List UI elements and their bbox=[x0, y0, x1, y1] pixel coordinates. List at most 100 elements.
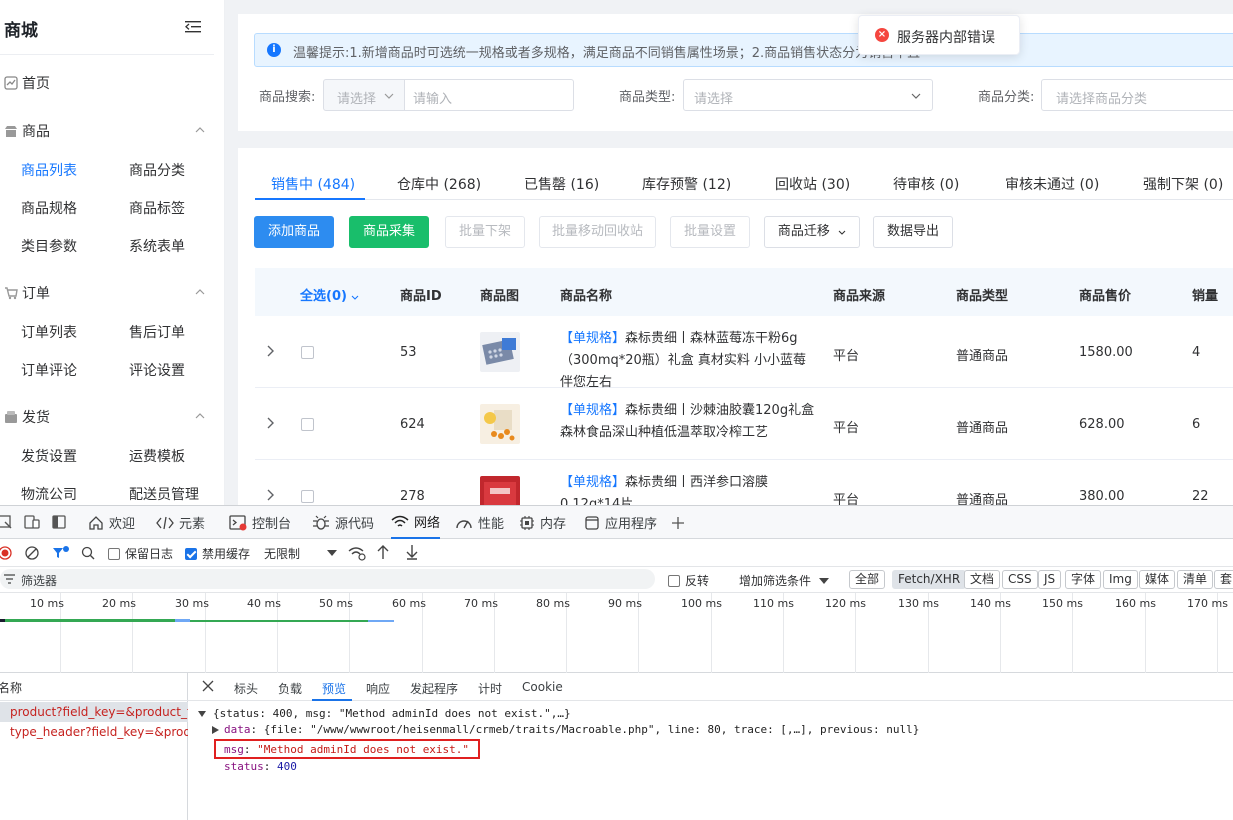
product-type-select[interactable]: 请选择 bbox=[683, 79, 933, 111]
filter-toggle-icon[interactable] bbox=[52, 545, 70, 561]
triangle-down-icon[interactable] bbox=[198, 710, 206, 718]
nav-item-courier[interactable]: 配送员管理 bbox=[129, 484, 199, 504]
tab-sold-out[interactable]: 已售罄 (16) bbox=[524, 174, 599, 194]
tab-recycle-bin[interactable]: 回收站 (30) bbox=[775, 174, 850, 194]
more-filters-dropdown[interactable]: 增加筛选条件 bbox=[739, 572, 830, 589]
export-button[interactable]: 数据导出 bbox=[873, 216, 953, 248]
devtools-tab-elements[interactable]: 元素 bbox=[156, 506, 205, 539]
category-select[interactable]: 请选择商品分类 bbox=[1041, 79, 1233, 111]
detail-tab-initiator[interactable]: 发起程序 bbox=[410, 680, 458, 697]
preserve-log-checkbox[interactable]: 保留日志 bbox=[108, 545, 173, 562]
filter-chip-doc[interactable]: 文档 bbox=[964, 570, 1001, 589]
nav-item-product-tag[interactable]: 商品标签 bbox=[129, 198, 185, 218]
nav-item-product-spec[interactable]: 商品规格 bbox=[21, 198, 77, 218]
download-icon[interactable] bbox=[406, 544, 418, 560]
network-timeline[interactable]: 10 ms 20 ms 30 ms 40 ms 50 ms 60 ms 70 ms 80 ms… bbox=[0, 593, 1233, 673]
detail-tab-payload[interactable]: 负载 bbox=[278, 680, 302, 697]
chevron-right-icon[interactable] bbox=[267, 345, 275, 357]
upload-icon[interactable] bbox=[377, 544, 389, 560]
row-checkbox[interactable] bbox=[301, 418, 314, 431]
caret-down-icon[interactable] bbox=[327, 550, 337, 556]
product-migrate-dropdown[interactable]: 商品迁移 bbox=[764, 216, 860, 248]
nav-item-logistics[interactable]: 物流公司 bbox=[21, 484, 77, 504]
nav-item-product-category[interactable]: 商品分类 bbox=[129, 160, 185, 180]
tab-stock-alert[interactable]: 库存预警 (12) bbox=[642, 174, 731, 194]
network-conditions-icon[interactable] bbox=[347, 545, 367, 561]
nav-item-order-list[interactable]: 订单列表 bbox=[21, 322, 77, 342]
nav-group-product[interactable]: 商品 bbox=[4, 121, 50, 141]
filter-chip-css[interactable]: CSS bbox=[1002, 570, 1038, 589]
dock-icon[interactable] bbox=[52, 515, 66, 529]
invert-checkbox[interactable]: 反转 bbox=[668, 572, 709, 589]
devtools-tab-performance[interactable]: 性能 bbox=[455, 506, 504, 539]
filter-chip-fetch-xhr[interactable]: Fetch/XHR bbox=[892, 570, 967, 589]
filter-input[interactable]: 筛选器 bbox=[0, 569, 655, 589]
devtools-tab-welcome[interactable]: 欢迎 bbox=[88, 506, 135, 539]
devtools-tab-memory[interactable]: 内存 bbox=[519, 506, 566, 539]
name-column-header[interactable]: 名称 bbox=[0, 673, 188, 701]
filter-chip-manifest[interactable]: 清单 bbox=[1177, 570, 1214, 589]
filter-chip-img[interactable]: Img bbox=[1103, 570, 1138, 589]
batch-settings-button[interactable]: 批量设置 bbox=[670, 216, 750, 248]
filter-chip-socket[interactable]: 套 bbox=[1214, 570, 1233, 589]
nav-item-delivery-settings[interactable]: 发货设置 bbox=[21, 446, 77, 466]
nav-item-product-list[interactable]: 商品列表 bbox=[21, 160, 77, 180]
disable-cache-checkbox[interactable]: 禁用缓存 bbox=[185, 545, 250, 562]
nav-item-review-settings[interactable]: 评论设置 bbox=[129, 360, 185, 380]
product-thumbnail[interactable] bbox=[480, 476, 520, 505]
search-input[interactable]: 请输入 bbox=[404, 79, 574, 111]
chevron-up-icon[interactable] bbox=[195, 127, 205, 133]
add-product-button[interactable]: 添加商品 bbox=[254, 216, 334, 248]
row-checkbox[interactable] bbox=[301, 346, 314, 359]
clear-icon[interactable] bbox=[25, 546, 39, 560]
tab-warehouse[interactable]: 仓库中 (268) bbox=[397, 174, 481, 194]
collect-product-button[interactable]: 商品采集 bbox=[349, 216, 429, 248]
record-icon[interactable] bbox=[0, 546, 12, 560]
nav-item-category-params[interactable]: 类目参数 bbox=[21, 236, 77, 256]
filter-chip-all[interactable]: 全部 bbox=[849, 570, 886, 589]
detail-tab-timing[interactable]: 计时 bbox=[478, 680, 502, 697]
batch-off-shelf-button[interactable]: 批量下架 bbox=[445, 216, 525, 248]
search-icon[interactable] bbox=[81, 546, 95, 560]
row-checkbox[interactable] bbox=[301, 490, 314, 503]
tab-on-sale[interactable]: 销售中 (484) bbox=[271, 174, 355, 194]
nav-home[interactable]: 首页 bbox=[4, 73, 50, 93]
product-thumbnail[interactable] bbox=[480, 332, 520, 372]
chevron-right-icon[interactable] bbox=[267, 417, 275, 429]
filter-chip-js[interactable]: JS bbox=[1038, 570, 1062, 589]
tab-pending-review[interactable]: 待审核 (0) bbox=[893, 174, 959, 194]
request-row-product[interactable]: product?field_key=&product_type= bbox=[0, 702, 188, 722]
inspect-icon[interactable] bbox=[0, 515, 12, 529]
filter-chip-font[interactable]: 字体 bbox=[1065, 570, 1102, 589]
devtools-tab-application[interactable]: 应用程序 bbox=[584, 506, 657, 539]
nav-group-delivery[interactable]: 发货 bbox=[4, 407, 50, 427]
chevron-right-icon[interactable] bbox=[267, 489, 275, 501]
chevron-up-icon[interactable] bbox=[195, 289, 205, 295]
detail-tab-headers[interactable]: 标头 bbox=[234, 680, 258, 697]
devtools-tab-network[interactable]: 网络 bbox=[391, 506, 441, 539]
menu-collapse-icon[interactable] bbox=[185, 20, 201, 34]
device-toggle-icon[interactable] bbox=[24, 515, 40, 529]
detail-tab-preview[interactable]: 预览 bbox=[322, 680, 346, 697]
nav-group-order[interactable]: 订单 bbox=[4, 283, 50, 303]
nav-item-order-review[interactable]: 订单评论 bbox=[21, 360, 77, 380]
nav-item-freight-template[interactable]: 运费模板 bbox=[129, 446, 185, 466]
tab-review-rejected[interactable]: 审核未通过 (0) bbox=[1005, 174, 1099, 194]
close-icon[interactable] bbox=[202, 680, 214, 692]
product-thumbnail[interactable] bbox=[480, 404, 520, 444]
detail-tab-cookie[interactable]: Cookie bbox=[522, 680, 563, 694]
request-row-type-header[interactable]: type_header?field_key=&product_type= bbox=[0, 722, 188, 742]
batch-recycle-button[interactable]: 批量移动回收站 bbox=[539, 216, 656, 248]
select-all-toggle[interactable]: 全选(0) bbox=[300, 285, 359, 304]
nav-item-after-sale[interactable]: 售后订单 bbox=[129, 322, 185, 342]
tab-forced-off[interactable]: 强制下架 (0) bbox=[1143, 174, 1223, 194]
devtools-tab-console[interactable]: 控制台 bbox=[229, 506, 291, 539]
triangle-right-icon[interactable] bbox=[212, 726, 219, 734]
filter-chip-media[interactable]: 媒体 bbox=[1139, 570, 1176, 589]
devtools-tab-sources[interactable]: 源代码 bbox=[312, 506, 374, 539]
throttle-select[interactable]: 无限制 bbox=[264, 545, 300, 562]
add-tab-icon[interactable] bbox=[671, 516, 685, 530]
search-field-select[interactable]: 请选择 bbox=[323, 79, 405, 111]
nav-item-system-form[interactable]: 系统表单 bbox=[129, 236, 185, 256]
detail-tab-response[interactable]: 响应 bbox=[366, 680, 390, 697]
